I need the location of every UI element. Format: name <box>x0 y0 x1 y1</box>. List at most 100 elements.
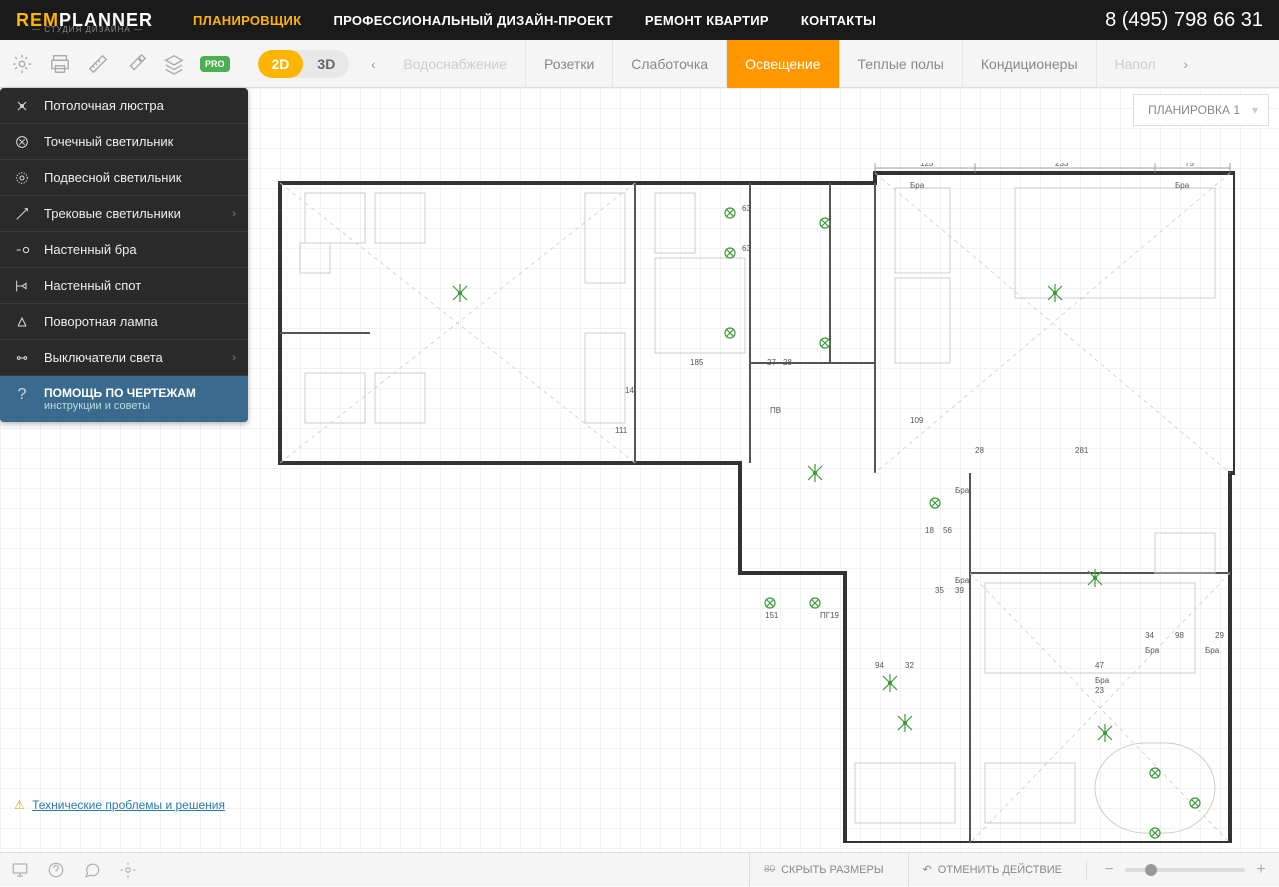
tab-scroll-right[interactable]: › <box>1174 56 1198 72</box>
tech-problems-link[interactable]: ⚠ Технические проблемы и решения <box>14 798 225 812</box>
sidebar-item-switches[interactable]: Выключатели света › <box>0 340 248 376</box>
dim-label: 27 <box>767 358 776 367</box>
dim-label: 125 <box>920 163 934 168</box>
view-2d-button[interactable]: 2D <box>258 50 304 78</box>
sidebar-item-wallspot[interactable]: Настенный спот <box>0 268 248 304</box>
tech-problems-label[interactable]: Технические проблемы и решения <box>32 798 225 812</box>
tab-ac[interactable]: Кондиционеры <box>963 40 1097 88</box>
status-bar: 80 СКРЫТЬ РАЗМЕРЫ ↶ ОТМЕНИТЬ ДЕЙСТВИЕ − … <box>0 852 1279 886</box>
zoom-slider[interactable] <box>1125 868 1245 872</box>
zoom-out-button[interactable]: − <box>1101 861 1117 879</box>
pendant-icon <box>12 168 32 188</box>
floorplan[interactable]: 125 233 75 63 63 185 27 28 14 111 109 28… <box>275 163 1235 843</box>
sidebar-item-track[interactable]: Трековые светильники › <box>0 196 248 232</box>
tab-floor[interactable]: Напол <box>1097 40 1174 88</box>
undo-label: ОТМЕНИТЬ ДЕЙСТВИЕ <box>938 864 1062 876</box>
dim-label: 111 <box>615 426 628 435</box>
dim-label: 18 <box>925 526 934 535</box>
hide-dims-label: СКРЫТЬ РАЗМЕРЫ <box>781 864 883 876</box>
dim-label: 32 <box>905 661 914 670</box>
nav-repair[interactable]: РЕМОНТ КВАРТИР <box>645 13 769 28</box>
dim-label: 28 <box>975 446 984 455</box>
undo-icon: ↶ <box>923 863 932 876</box>
dim-label: 63 <box>742 204 751 213</box>
nav-planner[interactable]: ПЛАНИРОВЩИК <box>193 13 301 28</box>
nav-contacts[interactable]: КОНТАКТЫ <box>801 13 876 28</box>
hide-dimensions-button[interactable]: 80 СКРЫТЬ РАЗМЕРЫ <box>749 853 898 887</box>
tab-lowvoltage[interactable]: Слаботочка <box>613 40 727 88</box>
dim-label: 233 <box>1055 163 1069 168</box>
sidebar-item-rotlamp[interactable]: Поворотная лампа <box>0 304 248 340</box>
dim-label: 94 <box>875 661 884 670</box>
help-subtitle: инструкции и советы <box>44 400 196 412</box>
tab-heating[interactable]: Теплые полы <box>840 40 963 88</box>
sidebar-item-label: Подвесной светильник <box>44 170 181 185</box>
dim-label: 281 <box>1075 446 1089 455</box>
sidebar-help[interactable]: ? ПОМОЩЬ ПО ЧЕРТЕЖАМ инструкции и советы <box>0 376 248 422</box>
ruler-icon[interactable] <box>86 52 110 76</box>
sidebar-item-label: Настенный спот <box>44 278 141 293</box>
zoom-in-button[interactable]: + <box>1253 861 1269 879</box>
dim-label: 23 <box>1095 686 1104 695</box>
view-3d-button[interactable]: 3D <box>303 50 349 78</box>
logo[interactable]: REM PLANNER — СТУДИЯ ДИЗАЙНА — <box>16 10 153 31</box>
chevron-right-icon: › <box>232 352 236 364</box>
tab-scroll-left[interactable]: ‹ <box>361 56 385 72</box>
logo-subtitle: — СТУДИЯ ДИЗАЙНА — <box>32 25 143 34</box>
undo-button[interactable]: ↶ ОТМЕНИТЬ ДЕЙСТВИЕ <box>908 853 1076 887</box>
dim-label: 75 <box>1185 163 1194 168</box>
track-icon <box>12 204 32 224</box>
fixture-label: ПВ <box>770 406 781 415</box>
fixture-label: ПГ19 <box>820 611 840 620</box>
dim-label: 14 <box>625 386 634 395</box>
sidebar-item-spot[interactable]: Точечный светильник <box>0 124 248 160</box>
nav-design[interactable]: ПРОФЕССИОНАЛЬНЫЙ ДИЗАЙН-ПРОЕКТ <box>333 13 612 28</box>
fixture-label: Бра <box>1205 646 1220 655</box>
view-toggle: 2D 3D <box>258 50 350 78</box>
tab-water[interactable]: Водоснабжение <box>385 40 526 88</box>
chat-icon[interactable] <box>82 860 102 880</box>
tools-icon[interactable] <box>124 52 148 76</box>
dim-label: 151 <box>765 611 779 620</box>
help-circle-icon[interactable] <box>46 860 66 880</box>
sidebar-item-label: Трековые светильники <box>44 206 181 221</box>
dim-label: 185 <box>690 358 704 367</box>
layers-icon[interactable] <box>162 52 186 76</box>
settings-icon[interactable] <box>10 52 34 76</box>
fixture-label: Бра <box>1175 181 1190 190</box>
dim-label: 56 <box>943 526 952 535</box>
chandelier-icon <box>12 96 32 116</box>
layout-selector[interactable]: ПЛАНИРОВКА 1 <box>1133 94 1269 126</box>
dim-label: 35 <box>935 586 944 595</box>
dim-label: 47 <box>1095 661 1104 670</box>
spot-icon <box>12 132 32 152</box>
tab-lighting[interactable]: Освещение <box>727 40 839 88</box>
help-title: ПОМОЩЬ ПО ЧЕРТЕЖАМ <box>44 386 196 400</box>
print-icon[interactable] <box>48 52 72 76</box>
sconce-icon <box>12 240 32 260</box>
tab-strip: ‹ Водоснабжение Розетки Слаботочка Освещ… <box>361 40 1269 88</box>
fixture-label: Бра <box>910 181 925 190</box>
sidebar-item-pendant[interactable]: Подвесной светильник <box>0 160 248 196</box>
fixture-label: Бра <box>1095 676 1110 685</box>
dim-label: 109 <box>910 416 924 425</box>
dim-label: 98 <box>1175 631 1184 640</box>
dim-label: 29 <box>1215 631 1224 640</box>
sidebar-item-chandelier[interactable]: Потолочная люстра <box>0 88 248 124</box>
gear-icon[interactable] <box>118 860 138 880</box>
fixture-label: Бра <box>1145 646 1160 655</box>
dim-label: 63 <box>742 244 751 253</box>
dim-label: 39 <box>955 586 964 595</box>
rotlamp-icon <box>12 312 32 332</box>
fixture-label: Бра <box>955 576 970 585</box>
tab-sockets[interactable]: Розетки <box>526 40 613 88</box>
monitor-icon[interactable] <box>10 860 30 880</box>
sidebar-item-label: Поворотная лампа <box>44 314 158 329</box>
chevron-right-icon: › <box>232 208 236 220</box>
sidebar-item-sconce[interactable]: Настенный бра <box>0 232 248 268</box>
canvas-area[interactable]: ПЛАНИРОВКА 1 Потолочная люстра Точечный … <box>0 88 1279 852</box>
phone-number[interactable]: 8 (495) 798 66 31 <box>1105 9 1263 32</box>
wallspot-icon <box>12 276 32 296</box>
pro-badge[interactable]: PRO <box>200 56 230 72</box>
sidebar-item-label: Выключатели света <box>44 350 163 365</box>
